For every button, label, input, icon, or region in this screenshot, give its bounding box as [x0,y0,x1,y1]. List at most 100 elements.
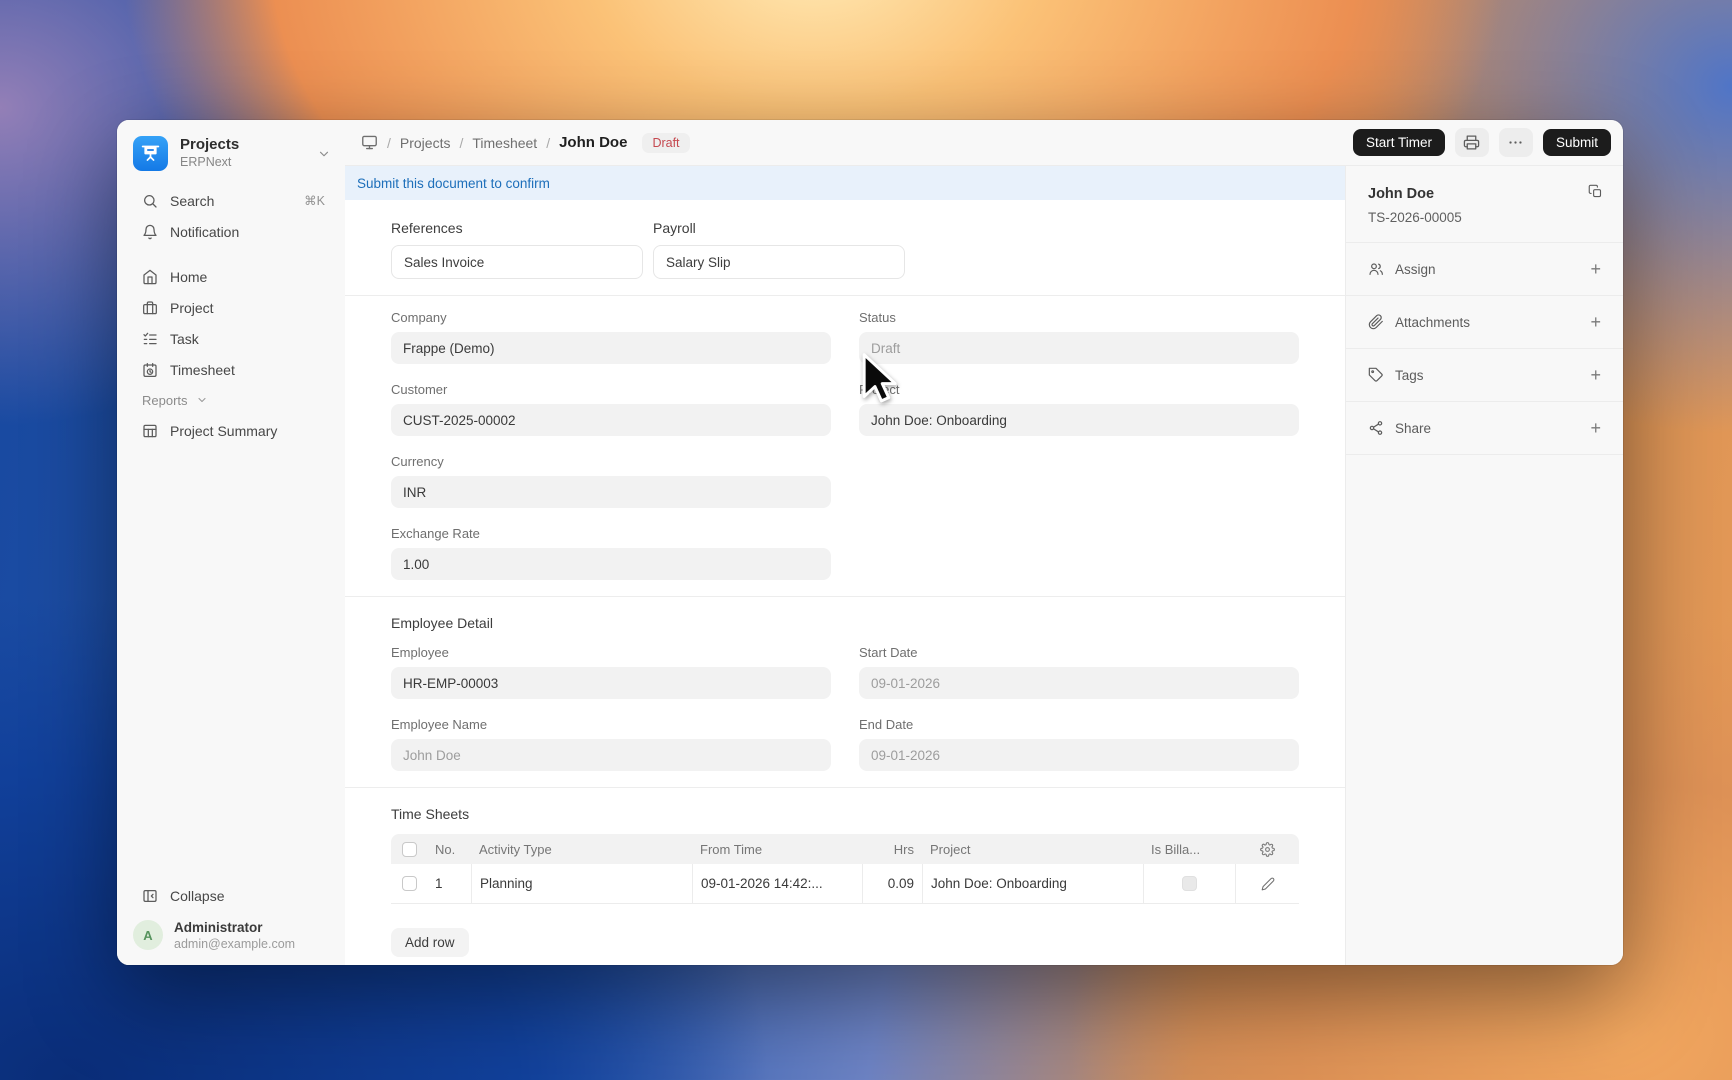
employee-name-label: Employee Name [391,717,488,732]
page-header: / Projects / Timesheet / John Doe Draft … [345,120,1623,166]
ellipsis-icon [1507,134,1524,151]
breadcrumb-projects[interactable]: Projects [400,135,451,151]
user-email: admin@example.com [174,937,296,951]
row-project[interactable]: John Doe: Onboarding [922,864,1143,903]
field-employee: Employee HR-EMP-00003 [391,645,831,699]
time-sheets-table: No. Activity Type From Time Hrs Project … [391,834,1299,904]
row-no: 1 [435,876,443,891]
row-activity-type[interactable]: Planning [471,864,692,903]
calendar-clock-icon [142,362,158,378]
mouse-cursor [862,353,897,403]
app-title: Projects [180,136,240,154]
more-actions-button[interactable] [1498,128,1533,157]
time-sheets-section-title: Time Sheets [391,806,470,822]
alert-message[interactable]: Submit this document to confirm [357,176,550,191]
field-employee-name: Employee Name John Doe [391,717,831,771]
field-status: Status Draft [859,310,1299,364]
home-label: Home [170,268,208,285]
add-row-button[interactable]: Add row [391,928,469,957]
start-date-input: 09-01-2026 [859,667,1299,699]
add-assign-plus-icon[interactable]: + [1590,260,1601,278]
sidebar-item-search[interactable]: Search ⌘K [117,185,345,216]
field-project: Project John Doe: Onboarding [859,382,1299,436]
timesheet-label: Timesheet [170,361,235,378]
customer-label: Customer [391,382,448,397]
sidebar-item-home[interactable]: Home [117,261,345,292]
company-input[interactable]: Frappe (Demo) [391,332,831,364]
paperclip-icon [1368,314,1384,330]
currency-input[interactable]: INR [391,476,831,508]
submit-button[interactable]: Submit [1542,129,1611,156]
table-row[interactable]: 1 Planning 09-01-2026 14:42:... 0.09 Joh… [391,864,1299,904]
sidebar: Projects ERPNext Search ⌘K Notification … [117,120,345,965]
table-grid-icon [142,423,158,439]
salary-slip-link[interactable]: Salary Slip [653,245,905,279]
end-date-input: 09-01-2026 [859,739,1299,771]
add-tag-plus-icon[interactable]: + [1590,366,1601,384]
employee-input[interactable]: HR-EMP-00003 [391,667,831,699]
end-date-label: End Date [859,717,914,732]
breadcrumb-current-doc: John Doe [559,134,628,151]
copy-icon [1588,184,1603,199]
add-share-plus-icon[interactable]: + [1590,419,1601,437]
share-section[interactable]: Share + [1346,402,1623,455]
search-shortcut: ⌘K [304,194,325,208]
tags-label: Tags [1395,367,1424,383]
printer-icon [1463,134,1480,151]
panel-doc-id: TS-2026-00005 [1368,210,1462,225]
assign-users-icon [1368,261,1384,277]
project-summary-label: Project Summary [170,422,278,439]
start-timer-button[interactable]: Start Timer [1352,129,1445,156]
sidebar-item-project-summary[interactable]: Project Summary [117,415,345,446]
user-avatar: A [133,920,163,951]
select-all-checkbox[interactable] [401,841,417,857]
col-from-time: From Time [700,841,763,857]
table-settings-gear-icon[interactable] [1259,841,1275,857]
sales-invoice-link[interactable]: Sales Invoice [391,245,643,279]
bell-icon [142,224,158,240]
user-menu[interactable]: A Administrator admin@example.com [117,911,345,951]
user-name: Administrator [174,920,263,936]
field-end-date: End Date 09-01-2026 [859,717,1299,771]
tags-section[interactable]: Tags + [1346,349,1623,402]
col-no: No. [435,841,456,857]
assign-section[interactable]: Assign + [1346,243,1623,296]
project-label: Project [170,299,214,316]
row-from-time[interactable]: 09-01-2026 14:42:... [692,864,862,903]
project-label: Project [859,382,1299,397]
exchange-rate-label: Exchange Rate [391,526,480,541]
project-input[interactable]: John Doe: Onboarding [859,404,1299,436]
edit-row-pencil-icon[interactable] [1261,877,1275,891]
sidebar-item-notification[interactable]: Notification [117,216,345,247]
sidebar-item-task[interactable]: Task [117,323,345,354]
employee-name-input: John Doe [391,739,831,771]
employee-label: Employee [391,645,449,660]
col-activity-type: Activity Type [479,841,552,857]
row-checkbox[interactable] [401,876,417,891]
exchange-rate-input[interactable]: 1.00 [391,548,831,580]
monitor-icon[interactable] [361,134,378,151]
app-switcher[interactable]: Projects ERPNext [117,134,345,185]
sidebar-item-timesheet[interactable]: Timesheet [117,354,345,385]
status-label: Status [859,310,896,325]
sidebar-collapse-button[interactable]: Collapse [117,880,345,911]
add-attachment-plus-icon[interactable]: + [1590,313,1601,331]
document-side-panel: John Doe TS-2026-00005 Assign + Attachme… [1345,166,1623,965]
col-project: Project [930,841,971,857]
sidebar-group-reports[interactable]: Reports [117,385,345,415]
briefcase-icon [142,300,158,316]
share-icon [1368,420,1384,436]
table-header-row: No. Activity Type From Time Hrs Project … [391,834,1299,864]
attachments-section[interactable]: Attachments + [1346,296,1623,349]
sidebar-item-project[interactable]: Project [117,292,345,323]
print-button[interactable] [1454,128,1489,157]
tag-icon [1368,367,1384,383]
breadcrumb-timesheet[interactable]: Timesheet [472,135,537,151]
copy-button[interactable] [1588,184,1603,199]
field-company: Company Frappe (Demo) [391,310,831,364]
erpnext-window: Projects ERPNext Search ⌘K Notification … [117,120,1623,965]
field-exchange-rate: Exchange Rate 1.00 [391,526,831,580]
customer-input[interactable]: CUST-2025-00002 [391,404,831,436]
section-divider [345,596,1345,597]
row-hrs[interactable]: 0.09 [862,864,922,903]
